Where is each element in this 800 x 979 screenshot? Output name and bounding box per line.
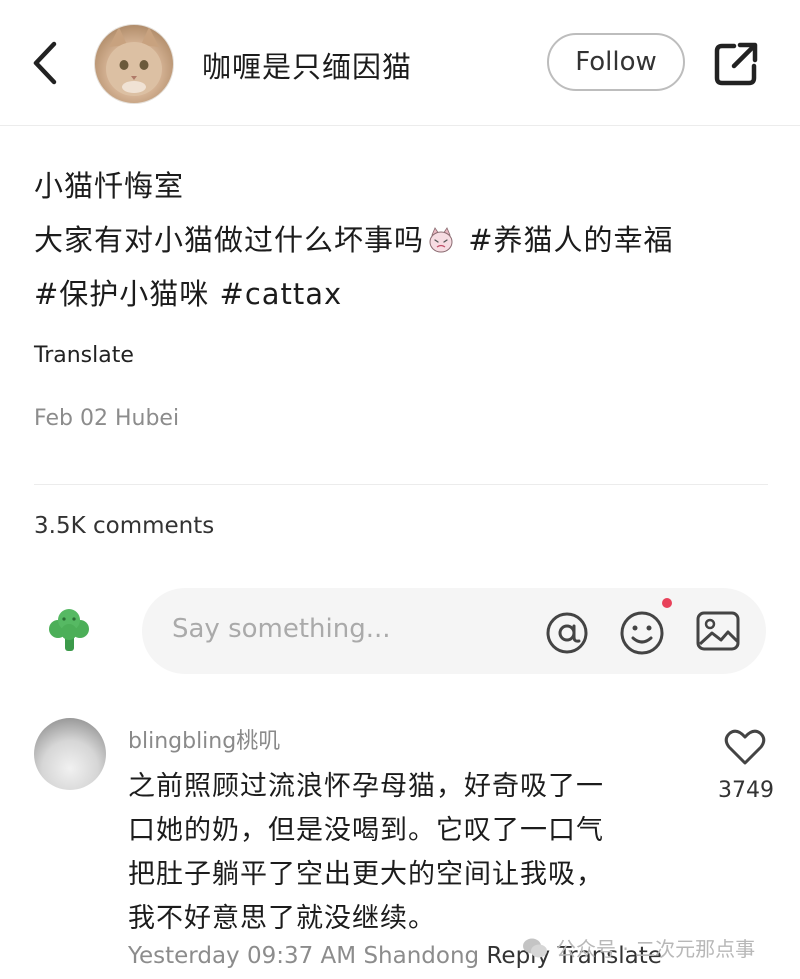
hashtag-link[interactable]: #保护小猫咪 <box>34 277 209 311</box>
comment-input[interactable]: Say something... <box>142 588 766 674</box>
post-text: 大家有对小猫做过什么坏事吗 <box>34 223 425 257</box>
post-header: 咖喱是只缅因猫 Follow <box>0 0 800 126</box>
post-title: 小猫忏悔室 <box>34 169 185 203</box>
translate-link[interactable]: Translate <box>34 343 134 368</box>
commenter-avatar[interactable] <box>34 718 106 790</box>
comment-count: 3.5K comments <box>34 513 215 539</box>
heart-icon[interactable] <box>724 728 766 766</box>
comment-line: 把肚子躺平了空出更大的空间让我吸， <box>128 859 604 890</box>
hashtag-link[interactable]: #养猫人的幸福 <box>468 223 673 257</box>
smiley-icon[interactable] <box>619 610 665 656</box>
comment-time: Yesterday 09:37 AM <box>128 943 357 969</box>
comment-location: Shandong <box>363 943 480 969</box>
image-icon[interactable] <box>695 608 741 654</box>
share-icon[interactable] <box>712 40 760 88</box>
follow-button[interactable]: Follow <box>547 33 685 91</box>
comment-line: 口她的奶，但是没喝到。它叹了一口气 <box>128 815 604 846</box>
comment-input-placeholder: Say something... <box>172 614 391 644</box>
author-avatar[interactable] <box>94 24 174 104</box>
post-location: Hubei <box>114 406 180 431</box>
author-username[interactable]: 咖喱是只缅因猫 <box>202 44 412 86</box>
at-icon[interactable] <box>544 610 590 656</box>
post-body: 大家有对小猫做过什么坏事吗 #养猫人的幸福 #保护小猫咪 #cattax <box>34 213 774 321</box>
wechat-icon <box>523 938 547 957</box>
post-date: Feb 02 <box>34 406 108 431</box>
broccoli-avatar-icon[interactable] <box>44 605 94 655</box>
like-count: 3749 <box>718 778 774 803</box>
watermark-text: 公众号 · 二次元那点事 <box>556 937 756 961</box>
commenter-username[interactable]: blingbling桃叽 <box>128 723 280 755</box>
comment-line: 之前照顾过流浪怀孕母猫，好奇吸了一 <box>128 771 604 802</box>
watermark: 公众号 · 二次元那点事 <box>522 933 755 962</box>
post-meta: Feb 02 Hubei <box>34 406 179 431</box>
cat-face-icon <box>106 27 162 96</box>
crying-cat-emoji <box>429 227 453 253</box>
comment-text: 之前照顾过流浪怀孕母猫，好奇吸了一 口她的奶，但是没喝到。它叹了一口气 把肚子躺… <box>128 765 668 941</box>
divider <box>34 484 768 485</box>
notification-dot <box>662 598 672 608</box>
chevron-left-icon[interactable] <box>22 36 70 90</box>
hashtag-link[interactable]: #cattax <box>220 277 343 311</box>
